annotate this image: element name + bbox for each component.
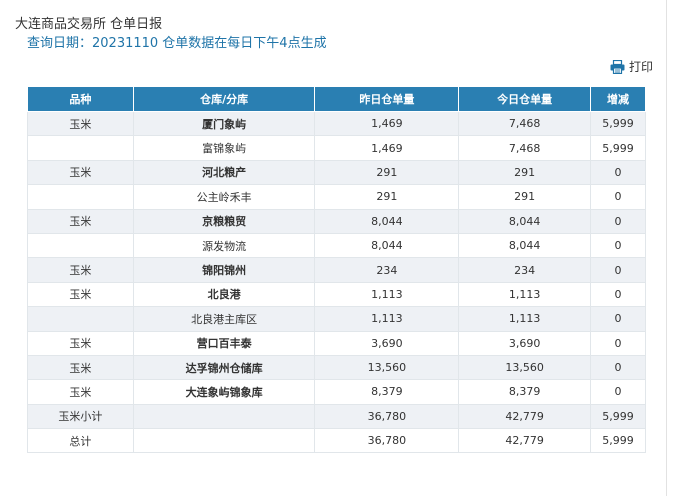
warehouse-receipt-table: 品种 仓库/分库 昨日仓单量 今日仓单量 增减 玉米 厦门象屿 1,469 7,468… (27, 86, 646, 454)
cell-variety: 玉米 (27, 354, 134, 381)
cell-today: 1,113 (458, 281, 592, 308)
cell-today: 42,779 (458, 403, 592, 430)
cell-variety: 玉米 (27, 330, 134, 356)
cell-change: 0 (590, 379, 646, 405)
cell-change: 0 (590, 306, 646, 332)
cell-variety: 玉米 (27, 208, 134, 234)
column-header-variety: 品种 (27, 86, 134, 112)
cell-today: 7,468 (458, 135, 592, 161)
table-row: 玉米 河北粮产 291 291 0 (27, 159, 646, 186)
table-row: 玉米 京粮粮贸 8,044 8,044 0 (27, 208, 646, 234)
cell-warehouse: 富锦象屿 (132, 135, 316, 161)
table-row: 公主岭禾丰 291 291 0 (27, 184, 646, 210)
cell-today: 3,690 (458, 330, 592, 356)
cell-today: 8,044 (458, 208, 592, 234)
column-header-warehouse: 仓库/分库 (132, 86, 316, 112)
cell-yesterday: 36,780 (314, 428, 460, 454)
table-header-row: 品种 仓库/分库 昨日仓单量 今日仓单量 增减 (27, 86, 646, 112)
cell-today: 234 (458, 257, 592, 283)
cell-today: 8,044 (458, 232, 592, 259)
cell-today: 42,779 (458, 428, 592, 454)
cell-change: 5,999 (590, 403, 646, 430)
table-row: 北良港主库区 1,113 1,113 0 (27, 306, 646, 332)
cell-change: 5,999 (590, 428, 646, 454)
print-button[interactable]: 打印 (610, 58, 653, 75)
cell-warehouse: 大连象屿锦象库 (132, 379, 316, 405)
cell-change: 0 (590, 184, 646, 210)
cell-yesterday: 1,469 (314, 110, 460, 137)
cell-warehouse: 北良港 (132, 281, 316, 308)
cell-today: 8,379 (458, 379, 592, 405)
cell-change: 5,999 (590, 110, 646, 137)
table-row: 玉米 营口百丰泰 3,690 3,690 0 (27, 330, 646, 356)
column-header-yesterday: 昨日仓单量 (314, 86, 460, 112)
cell-variety: 玉米 (27, 110, 134, 137)
cell-warehouse: 河北粮产 (132, 159, 316, 186)
cell-warehouse: 厦门象屿 (132, 110, 316, 137)
cell-warehouse: 源发物流 (132, 232, 316, 259)
table-row: 玉米 大连象屿锦象库 8,379 8,379 0 (27, 379, 646, 405)
table-row: 富锦象屿 1,469 7,468 5,999 (27, 135, 646, 161)
cell-warehouse: 公主岭禾丰 (132, 184, 316, 210)
cell-warehouse: 锦阳锦州 (132, 257, 316, 283)
cell-yesterday: 8,044 (314, 232, 460, 259)
cell-yesterday: 8,379 (314, 379, 460, 405)
cell-warehouse: 北良港主库区 (132, 306, 316, 332)
column-header-change: 增减 (590, 86, 646, 112)
cell-change: 5,999 (590, 135, 646, 161)
cell-warehouse: 京粮粮贸 (132, 208, 316, 234)
cell-variety: 玉米 (27, 281, 134, 308)
table-row: 玉米 锦阳锦州 234 234 0 (27, 257, 646, 283)
table-row: 玉米 北良港 1,113 1,113 0 (27, 281, 646, 308)
cell-change: 0 (590, 281, 646, 308)
cell-today: 291 (458, 184, 592, 210)
printer-icon (610, 59, 625, 74)
cell-change: 0 (590, 232, 646, 259)
cell-warehouse (132, 403, 316, 430)
cell-yesterday: 13,560 (314, 354, 460, 381)
table-row: 玉米 厦门象屿 1,469 7,468 5,999 (27, 110, 646, 137)
cell-yesterday: 1,113 (314, 281, 460, 308)
table-row: 玉米 达孚锦州仓储库 13,560 13,560 0 (27, 354, 646, 381)
cell-today: 7,468 (458, 110, 592, 137)
cell-change: 0 (590, 354, 646, 381)
page-scrollbar[interactable] (670, 0, 695, 496)
table-row: 源发物流 8,044 8,044 0 (27, 232, 646, 259)
cell-yesterday: 291 (314, 184, 460, 210)
cell-change: 0 (590, 330, 646, 356)
cell-change: 0 (590, 257, 646, 283)
cell-variety: 玉米 (27, 159, 134, 186)
cell-yesterday: 291 (314, 159, 460, 186)
report-frame: 大连商品交易所 仓单日报 查询日期：20231110 仓单数据在每日下午4点生成… (0, 0, 667, 496)
cell-variety (27, 306, 134, 332)
column-header-today: 今日仓单量 (458, 86, 592, 112)
print-label: 打印 (629, 60, 654, 74)
cell-change: 0 (590, 208, 646, 234)
cell-variety: 玉米小计 (27, 403, 134, 430)
cell-variety (27, 184, 134, 210)
cell-today: 1,113 (458, 306, 592, 332)
cell-yesterday: 1,469 (314, 135, 460, 161)
cell-yesterday: 1,113 (314, 306, 460, 332)
cell-warehouse: 达孚锦州仓储库 (132, 354, 316, 381)
table-row: 总计 36,780 42,779 5,999 (27, 428, 646, 454)
cell-variety (27, 232, 134, 259)
cell-warehouse: 营口百丰泰 (132, 330, 316, 356)
query-date-line: 查询日期：20231110 仓单数据在每日下午4点生成 (27, 36, 327, 51)
cell-warehouse (132, 428, 316, 454)
cell-variety: 玉米 (27, 379, 134, 405)
cell-yesterday: 8,044 (314, 208, 460, 234)
table-row: 玉米小计 36,780 42,779 5,999 (27, 403, 646, 430)
cell-yesterday: 3,690 (314, 330, 460, 356)
page-title: 大连商品交易所 仓单日报 (15, 17, 163, 32)
cell-variety (27, 135, 134, 161)
cell-yesterday: 234 (314, 257, 460, 283)
cell-change: 0 (590, 159, 646, 186)
cell-variety: 总计 (27, 428, 134, 454)
cell-yesterday: 36,780 (314, 403, 460, 430)
cell-variety: 玉米 (27, 257, 134, 283)
cell-today: 13,560 (458, 354, 592, 381)
cell-today: 291 (458, 159, 592, 186)
